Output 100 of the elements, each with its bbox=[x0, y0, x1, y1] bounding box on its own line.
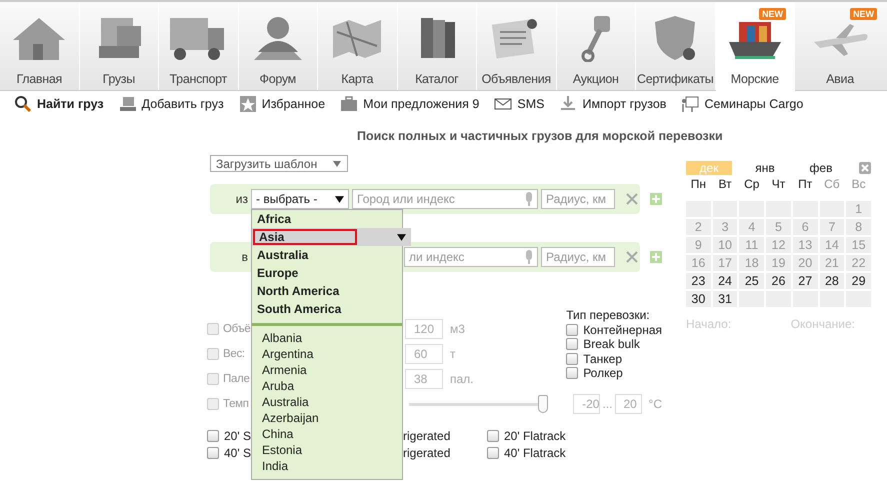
day-cell[interactable]: 28 bbox=[820, 273, 844, 289]
day-cell[interactable]: 23 bbox=[686, 273, 711, 289]
region-option[interactable]: Europe bbox=[252, 264, 402, 282]
new-badge: NEW bbox=[759, 8, 786, 20]
option-label: Ролкер bbox=[583, 366, 623, 380]
region-option[interactable]: North America bbox=[252, 282, 402, 300]
star-icon bbox=[238, 95, 257, 113]
weekday-label: Пт bbox=[797, 176, 814, 193]
template-select[interactable]: Загрузить шаблон bbox=[210, 155, 348, 172]
briefcase-icon bbox=[340, 95, 358, 113]
country-option[interactable]: India bbox=[252, 458, 402, 474]
region-option[interactable]: Asia bbox=[252, 228, 411, 246]
nav-tab[interactable]: Объявления bbox=[477, 2, 556, 90]
country-option[interactable]: Azerbaijan bbox=[252, 410, 402, 426]
destination-label: в bbox=[240, 250, 248, 264]
day-cell[interactable]: 31 bbox=[712, 291, 738, 307]
day-cell[interactable]: 26 bbox=[766, 273, 791, 289]
month-tab[interactable]: янв bbox=[742, 161, 788, 175]
day-cell[interactable]: 27 bbox=[792, 273, 818, 289]
download-icon bbox=[559, 95, 578, 113]
nav-tab[interactable]: Аукцион bbox=[556, 2, 636, 90]
day-cell[interactable]: 30 bbox=[686, 291, 711, 307]
container-label: 20' S bbox=[224, 428, 251, 442]
nav-tab[interactable]: Каталог bbox=[398, 2, 477, 90]
country-option[interactable]: Australia bbox=[252, 394, 402, 410]
microphone-icon bbox=[525, 250, 533, 264]
param-label: Объё bbox=[223, 322, 251, 334]
nav-tab[interactable]: Форум bbox=[238, 2, 318, 90]
origin-label: из bbox=[234, 192, 248, 206]
nav-tab[interactable]: NEW Авиа bbox=[795, 2, 885, 90]
close-icon[interactable] bbox=[859, 162, 871, 174]
checkbox[interactable] bbox=[207, 372, 219, 384]
day-cell[interactable]: 25 bbox=[739, 273, 764, 289]
nav-tab[interactable]: Главная bbox=[0, 2, 80, 90]
weekday-label: Чт bbox=[770, 176, 786, 193]
nav-tab[interactable]: Карта bbox=[318, 2, 398, 90]
page-heading: Поиск полных и частичных грузов для морской перевозки bbox=[356, 128, 724, 145]
checkbox[interactable] bbox=[566, 338, 578, 350]
computer-icon bbox=[118, 95, 137, 113]
country-option[interactable]: Estonia bbox=[252, 442, 402, 458]
transport-type-title: Тип перевозки: bbox=[566, 308, 651, 322]
region-option[interactable]: South America bbox=[252, 300, 402, 318]
toolbar-link[interactable]: SMS bbox=[494, 95, 544, 113]
close-icon[interactable] bbox=[626, 251, 638, 263]
range-separator: ... bbox=[602, 397, 612, 411]
checkbox[interactable] bbox=[207, 398, 219, 410]
weekday-label: Ср bbox=[743, 176, 760, 193]
checkbox[interactable] bbox=[566, 324, 578, 336]
microphone-icon bbox=[525, 192, 533, 206]
weekday-label: Пн bbox=[690, 176, 707, 193]
month-tab[interactable]: фев bbox=[798, 161, 844, 175]
nav-tab[interactable]: Сертификаты bbox=[636, 2, 716, 90]
checkbox[interactable] bbox=[207, 446, 219, 458]
plus-icon[interactable] bbox=[650, 251, 662, 263]
weekday-label: Сб bbox=[823, 176, 841, 193]
option-label: Контейнерная bbox=[583, 322, 662, 337]
param-label: Темп bbox=[223, 398, 249, 410]
unit-label: м3 bbox=[450, 322, 465, 336]
toolbar-link[interactable]: Добавить груз bbox=[118, 95, 224, 113]
caret-icon bbox=[333, 160, 341, 166]
presentation-board-icon bbox=[681, 95, 700, 113]
container-label: rigerated bbox=[403, 428, 450, 442]
nav-tab[interactable]: Транспорт bbox=[159, 2, 238, 90]
weekday-label: Вс bbox=[850, 176, 867, 193]
caret-icon bbox=[335, 196, 344, 202]
close-icon[interactable] bbox=[626, 193, 638, 205]
day-cell[interactable]: 24 bbox=[712, 273, 738, 289]
nav-tab[interactable]: NEW Морские bbox=[716, 2, 795, 94]
checkbox[interactable] bbox=[207, 322, 219, 334]
country-option[interactable]: Albania bbox=[252, 330, 402, 346]
checkbox[interactable] bbox=[566, 352, 578, 365]
option-label: Break bulk bbox=[583, 337, 640, 352]
toolbar-link[interactable]: Избранное bbox=[238, 95, 326, 113]
toolbar-link[interactable]: Семинары Cargo bbox=[681, 95, 804, 113]
option-label: Танкер bbox=[583, 352, 622, 366]
country-option[interactable]: Armenia bbox=[252, 362, 402, 378]
checkbox[interactable] bbox=[487, 446, 499, 458]
nav-tab[interactable]: Грузы bbox=[80, 2, 159, 90]
toolbar-link[interactable]: Мои предложения 9 bbox=[340, 95, 480, 113]
country-option[interactable]: Argentina bbox=[252, 346, 402, 362]
new-badge: NEW bbox=[850, 8, 877, 20]
country-option[interactable]: China bbox=[252, 426, 402, 442]
region-option[interactable]: Africa bbox=[252, 210, 402, 228]
slider-handle[interactable] bbox=[538, 395, 548, 413]
toolbar-link[interactable]: Найти груз bbox=[14, 95, 104, 113]
unit-label: т bbox=[450, 346, 456, 360]
param-label: Вес: bbox=[223, 348, 245, 360]
checkbox[interactable] bbox=[207, 430, 219, 442]
container-label: 40' S bbox=[224, 446, 251, 460]
checkbox[interactable] bbox=[487, 430, 499, 442]
checkbox[interactable] bbox=[566, 367, 578, 380]
toolbar-link[interactable]: Импорт грузов bbox=[559, 95, 666, 113]
checkbox[interactable] bbox=[207, 348, 219, 360]
region-option[interactable]: Australia bbox=[252, 246, 402, 264]
unit-label: пал. bbox=[450, 372, 474, 386]
day-cell[interactable]: 29 bbox=[846, 273, 871, 289]
unit-label: °C bbox=[648, 397, 662, 411]
plus-icon[interactable] bbox=[650, 193, 662, 205]
container-label: rigerated bbox=[403, 446, 450, 460]
country-option[interactable]: Aruba bbox=[252, 378, 402, 394]
